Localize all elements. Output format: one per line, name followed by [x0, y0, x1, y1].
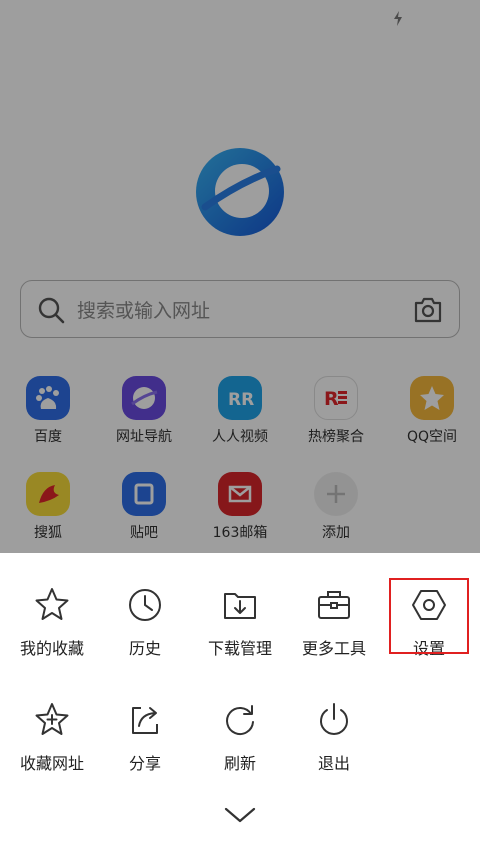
- download-folder-icon: [224, 593, 256, 619]
- menu-item-label: 历史: [128, 639, 161, 658]
- menu-item-exit[interactable]: 退出: [286, 700, 382, 774]
- refresh-icon: [226, 705, 254, 735]
- toolbox-icon: [318, 591, 350, 619]
- menu-item-history[interactable]: 历史: [97, 585, 193, 659]
- share-icon: [132, 707, 158, 734]
- menu-item-share[interactable]: 分享: [97, 700, 193, 774]
- clock-icon: [129, 589, 161, 621]
- power-icon: [320, 703, 348, 735]
- menu-item-label: 我的收藏: [19, 639, 84, 658]
- chevron-down-icon[interactable]: [222, 803, 258, 827]
- menu-item-label: 更多工具: [301, 639, 366, 658]
- menu-item-favorites[interactable]: 我的收藏: [4, 585, 100, 659]
- settings-highlight-box: [389, 578, 469, 654]
- menu-item-bookmark-url[interactable]: 收藏网址: [4, 700, 100, 774]
- menu-item-label: 下载管理: [207, 639, 272, 658]
- dim-overlay[interactable]: [0, 0, 480, 553]
- menu-item-downloads[interactable]: 下载管理: [192, 585, 288, 659]
- menu-item-more-tools[interactable]: 更多工具: [286, 585, 382, 659]
- menu-item-label: 退出: [317, 754, 350, 773]
- menu-item-refresh[interactable]: 刷新: [192, 700, 288, 774]
- star-plus-icon: [35, 703, 69, 735]
- menu-sheet: 我的收藏 历史 下载管理 更多工具 设置 收藏网址 分享 刷新 退出: [0, 553, 480, 853]
- menu-item-label: 分享: [128, 754, 161, 773]
- menu-item-label: 刷新: [223, 754, 256, 773]
- star-icon: [35, 588, 69, 620]
- menu-item-label: 收藏网址: [19, 754, 84, 773]
